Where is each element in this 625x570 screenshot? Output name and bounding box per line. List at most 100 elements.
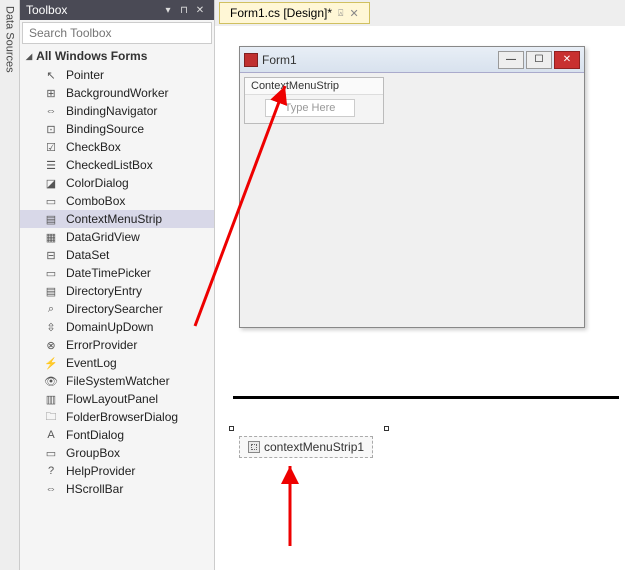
toolbox-item[interactable]: ▭ DateTimePicker (20, 264, 214, 282)
toolbox-item-icon: 👁 (44, 374, 58, 388)
data-sources-tab[interactable]: Data Sources (0, 0, 20, 570)
toolbox-item[interactable]: ⊡ BindingSource (20, 120, 214, 138)
toolbox-item-label: FolderBrowserDialog (66, 410, 178, 424)
toolbox-item[interactable]: ▤ DirectoryEntry (20, 282, 214, 300)
toolbox-item[interactable]: ◪ColorDialog (20, 174, 214, 192)
toolbox-item[interactable]: ☰ CheckedListBox (20, 156, 214, 174)
toolbox-item-icon: ⚡ (44, 356, 58, 370)
document-tabbar: Form1.cs [Design]* ⍓ ✕ (215, 0, 625, 26)
toolbox-item-icon: ▭ (44, 446, 58, 460)
toolbox-item[interactable]: ▥ FlowLayoutPanel (20, 390, 214, 408)
component-tray: contextMenuStrip1 (239, 436, 373, 458)
form-window[interactable]: Form1 ― ☐ ✕ ContextMenuStrip Type Here (239, 46, 585, 328)
toolbox-item[interactable]: ⊗ErrorProvider (20, 336, 214, 354)
cms-header-label: ContextMenuStrip (245, 78, 383, 95)
toolbox-item[interactable]: ☑ CheckBox (20, 138, 214, 156)
tray-separator (233, 396, 619, 399)
toolbox-group-header[interactable]: All Windows Forms (20, 46, 214, 66)
dropdown-icon[interactable]: ▾ (160, 5, 176, 16)
toolbox-item-icon: ⇔ (44, 482, 58, 496)
toolbox-item-icon: ⊟ (44, 248, 58, 262)
document-tab-label: Form1.cs [Design]* (230, 6, 332, 20)
toolbox-item-icon: ⊞ (44, 86, 58, 100)
form-title-text: Form1 (262, 53, 494, 67)
design-area: Form1.cs [Design]* ⍓ ✕ Form1 ― ☐ ✕ Co (215, 0, 625, 570)
annotation-arrow-bottom (270, 456, 310, 556)
toolbox-item-label: GroupBox (66, 446, 120, 460)
cms-item-slot[interactable]: Type Here (265, 99, 377, 117)
toolbox-item-icon: ⇔ (44, 104, 58, 118)
toolbox-item[interactable]: 🗀 FolderBrowserDialog (20, 408, 214, 426)
toolbox-item[interactable]: ⊟DataSet (20, 246, 214, 264)
toolbox-item[interactable]: ▭ ComboBox (20, 192, 214, 210)
pin-icon[interactable]: ⍓ (338, 8, 343, 19)
toolbox-item-icon: ? (44, 464, 58, 478)
toolbox-item-icon: ⊡ (44, 122, 58, 136)
toolbox-item[interactable]: ▤ ContextMenuStrip (20, 210, 214, 228)
close-icon[interactable]: ✕ (349, 7, 358, 20)
toolbox-item-label: FlowLayoutPanel (66, 392, 158, 406)
toolbox-item-label: FileSystemWatcher (66, 374, 170, 388)
selection-handle[interactable] (384, 426, 389, 431)
context-menu-strip-icon (248, 441, 260, 453)
toolbox-item[interactable]: ⇔ HScrollBar (20, 480, 214, 498)
toolbox-item-icon: 🗀 (44, 410, 58, 424)
toolbox-item[interactable]: ⚡ EventLog (20, 354, 214, 372)
toolbox-item-icon: ▭ (44, 194, 58, 208)
toolbox-item-label: ColorDialog (66, 176, 129, 190)
toolbox-list: ↖Pointer ⊞ BackgroundWorker ⇔ BindingNavigat… (20, 66, 214, 570)
toolbox-item[interactable]: ▭ GroupBox (20, 444, 214, 462)
toolbox-search (20, 20, 214, 46)
toolbox-item-icon: ▭ (44, 266, 58, 280)
pin-icon[interactable]: ⊓ (176, 5, 192, 16)
toolbox-item-icon: ☰ (44, 158, 58, 172)
toolbox-item-icon: ▥ (44, 392, 58, 406)
toolbox-item-label: EventLog (66, 356, 117, 370)
toolbox-item-label: DataGridView (66, 230, 140, 244)
tray-item-contextmenustrip[interactable]: contextMenuStrip1 (239, 436, 373, 458)
toolbox-item-label: ContextMenuStrip (66, 212, 162, 226)
toolbox-item-label: CheckedListBox (66, 158, 153, 172)
toolbox-item-label: Pointer (66, 68, 104, 82)
toolbox-item-icon: A (44, 428, 58, 442)
toolbox-item[interactable]: ⇔ BindingNavigator (20, 102, 214, 120)
toolbox-item-label: HelpProvider (66, 464, 135, 478)
form-icon (244, 53, 258, 67)
toolbox-item[interactable]: ▦DataGridView (20, 228, 214, 246)
minimize-button[interactable]: ― (498, 51, 524, 69)
toolbox-item-icon: ☑ (44, 140, 58, 154)
toolbox-item[interactable]: ↖Pointer (20, 66, 214, 84)
toolbox-group-label: All Windows Forms (36, 49, 147, 63)
toolbox-item-label: HScrollBar (66, 482, 123, 496)
close-icon[interactable]: ✕ (192, 5, 208, 16)
toolbox-item-icon: ▤ (44, 212, 58, 226)
maximize-button[interactable]: ☐ (526, 51, 552, 69)
selection-handle[interactable] (229, 426, 234, 431)
toolbox-item[interactable]: ⊞ BackgroundWorker (20, 84, 214, 102)
toolbox-item[interactable]: 👁 FileSystemWatcher (20, 372, 214, 390)
close-button[interactable]: ✕ (554, 51, 580, 69)
toolbox-item-label: CheckBox (66, 140, 121, 154)
data-sources-label: Data Sources (4, 6, 16, 73)
toolbox-item-icon: ⌕ (44, 302, 58, 316)
toolbox-item-label: ComboBox (66, 194, 125, 208)
toolbox-item-label: DomainUpDown (66, 320, 153, 334)
toolbox-item-label: BindingNavigator (66, 104, 157, 118)
type-here-input[interactable]: Type Here (265, 99, 355, 117)
context-menu-strip[interactable]: ContextMenuStrip Type Here (244, 77, 384, 124)
toolbox-item[interactable]: ? HelpProvider (20, 462, 214, 480)
toolbox-item-label: BindingSource (66, 122, 144, 136)
toolbox-item[interactable]: AFontDialog (20, 426, 214, 444)
toolbox-item-icon: ▤ (44, 284, 58, 298)
toolbox-title: Toolbox (26, 3, 160, 17)
toolbox-item[interactable]: ⌕DirectorySearcher (20, 300, 214, 318)
design-canvas[interactable]: Form1 ― ☐ ✕ ContextMenuStrip Type Here (215, 26, 625, 570)
toolbox-item-icon: ⇳ (44, 320, 58, 334)
toolbox-item-label: BackgroundWorker (66, 86, 169, 100)
search-input[interactable] (22, 22, 212, 44)
document-tab[interactable]: Form1.cs [Design]* ⍓ ✕ (219, 2, 370, 24)
toolbox-item-label: DirectoryEntry (66, 284, 142, 298)
toolbox-item[interactable]: ⇳ DomainUpDown (20, 318, 214, 336)
toolbox-item-label: DateTimePicker (66, 266, 151, 280)
form-titlebar: Form1 ― ☐ ✕ (240, 47, 584, 73)
